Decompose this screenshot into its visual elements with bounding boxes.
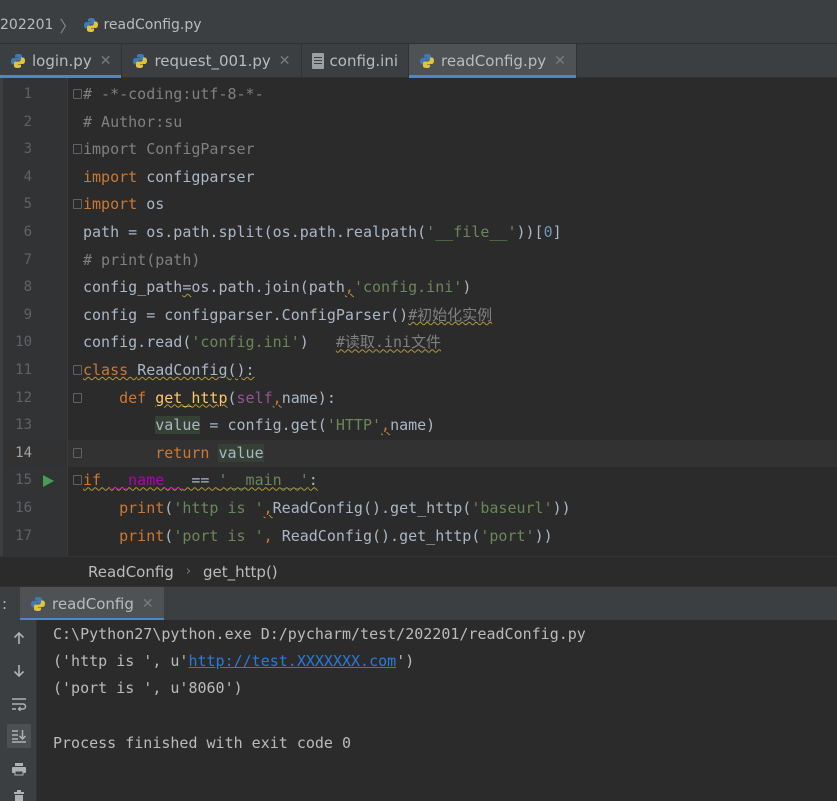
chevron-right-icon: ›: [185, 564, 192, 579]
python-file-icon: [132, 53, 148, 69]
line-number: 1: [23, 86, 32, 102]
code-line: return value: [155, 443, 264, 462]
line-number: 8: [23, 279, 32, 296]
tab-label: config.ini: [329, 52, 399, 70]
code-line: class ReadConfig():: [83, 361, 255, 379]
breadcrumb-folder[interactable]: 202201: [0, 17, 53, 33]
console-link[interactable]: http://test.XXXXXXX.com: [188, 652, 396, 670]
code-line: config.read('config.ini') #读取.ini文件: [83, 333, 442, 352]
editor-tab-bar: login.py ✕ request_001.py ✕ config.ini r…: [0, 44, 837, 78]
crumb-method[interactable]: get_http(): [203, 563, 278, 581]
code-editor[interactable]: # -*-coding:utf-8-*- # Author:su import Co…: [69, 78, 837, 556]
trash-icon[interactable]: [7, 784, 31, 801]
line-number: 9: [23, 306, 32, 323]
run-gutter-icon[interactable]: [43, 475, 54, 488]
scroll-to-end-icon[interactable]: [7, 724, 31, 748]
code-line: # Author:su: [83, 112, 183, 131]
code-line: print('http is ',ReadConfig().get_http('…: [119, 499, 571, 517]
chevron-right-icon: 〉: [59, 16, 76, 36]
run-panel-label: :: [2, 594, 8, 613]
line-number: 12: [15, 389, 32, 406]
ini-file-icon: [311, 53, 324, 69]
arrow-down-icon[interactable]: [7, 659, 31, 683]
run-panel-header: : readConfig ✕: [0, 586, 837, 621]
line-number: 11: [15, 362, 32, 378]
code-line: # -*-coding:utf-8-*-: [83, 85, 264, 103]
run-tab-readconfig[interactable]: readConfig ✕: [20, 586, 164, 621]
line-number: 5: [23, 196, 32, 213]
python-file-icon: [83, 17, 99, 33]
console-line: ('http is ', u'http://test.XXXXXXX.com'): [53, 651, 415, 670]
crumb-class[interactable]: ReadConfig: [88, 563, 174, 581]
code-line: path = os.path.split(os.path.realpath('_…: [83, 223, 562, 241]
code-line: # print(path): [83, 250, 201, 269]
tab-config-ini[interactable]: config.ini: [302, 44, 410, 78]
print-icon[interactable]: [7, 757, 31, 781]
tab-label: request_001.py: [154, 52, 271, 70]
structure-breadcrumb: ReadConfig › get_http(): [0, 556, 837, 586]
close-icon[interactable]: ✕: [279, 53, 291, 69]
run-tab-label: readConfig: [52, 594, 134, 613]
close-icon[interactable]: ✕: [100, 53, 112, 69]
code-line: import os: [83, 195, 165, 214]
console-line: ('port is ', u'8060'): [53, 679, 243, 698]
code-line: import ConfigParser: [83, 140, 255, 159]
line-number: 10: [15, 334, 32, 351]
navigation-breadcrumb: 202201 〉 readConfig.py: [0, 0, 837, 44]
line-number: 13: [15, 417, 32, 434]
python-file-icon: [30, 596, 46, 612]
code-line: if __name__ == '__main__':: [83, 471, 318, 490]
code-line: config_path=os.path.join(path,'config.in…: [83, 278, 472, 297]
line-number: 16: [15, 500, 32, 516]
python-file-icon: [10, 53, 26, 69]
code-line: print('port is ', ReadConfig().get_http(…: [119, 526, 553, 545]
python-file-icon: [419, 53, 435, 69]
arrow-up-icon[interactable]: [7, 626, 31, 650]
tab-login-py[interactable]: login.py ✕: [0, 44, 123, 78]
soft-wrap-icon[interactable]: [7, 692, 31, 716]
code-line: import configparser: [83, 167, 255, 186]
tab-label: login.py: [32, 52, 92, 70]
tab-request-001-py[interactable]: request_001.py ✕: [122, 44, 302, 78]
close-icon[interactable]: ✕: [554, 53, 566, 69]
tab-label: readConfig.py: [441, 52, 547, 70]
line-number: 14: [15, 444, 32, 461]
console-line: Process finished with exit code 0: [53, 734, 352, 753]
line-number: 4: [23, 168, 32, 185]
close-icon[interactable]: ✕: [142, 596, 154, 612]
console-line: C:\Python27\python.exe D:/pycharm/test/2…: [53, 624, 586, 643]
line-number: 6: [23, 224, 32, 240]
line-number: 7: [23, 251, 32, 268]
line-number: 17: [15, 527, 32, 544]
code-line: config = configparser.ConfigParser()#初始化…: [83, 305, 493, 324]
run-toolbar: [0, 620, 37, 801]
run-console-output[interactable]: C:\Python27\python.exe D:/pycharm/test/2…: [37, 620, 837, 801]
line-number: 15: [15, 472, 32, 489]
code-line: def get_http(self,name):: [119, 388, 336, 407]
breadcrumb-file[interactable]: readConfig.py: [103, 17, 201, 33]
line-number: 2: [23, 113, 32, 130]
line-number: 3: [23, 141, 32, 158]
tab-readconfig-py[interactable]: readConfig.py ✕: [409, 44, 577, 78]
line-number-gutter[interactable]: 1 2 3 4 5 6 7 8 9 10 11 12 13 14 15 16 17: [3, 78, 82, 556]
code-line: value = config.get('HTTP',name): [155, 416, 436, 435]
